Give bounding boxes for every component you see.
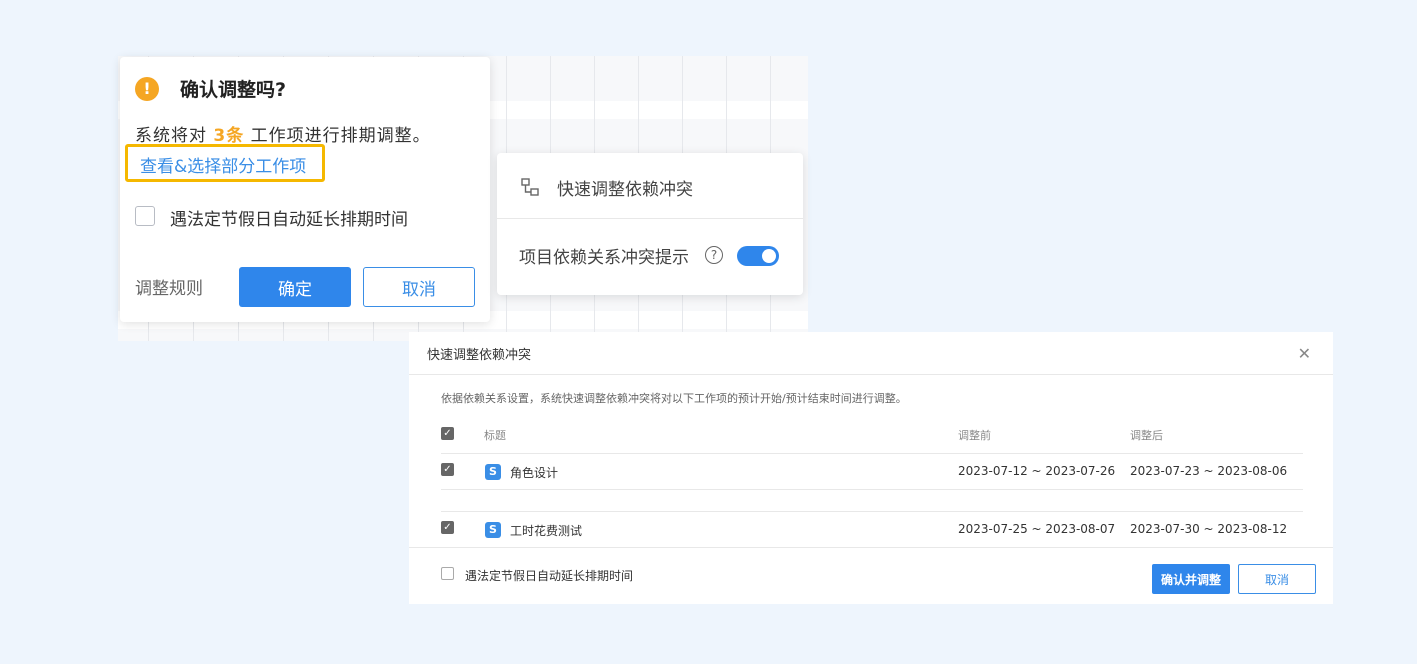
holiday-extend-checkbox[interactable] bbox=[135, 206, 155, 226]
story-type-badge: S bbox=[485, 464, 501, 480]
dialog-description: 依据依赖关系设置，系统快速调整依赖冲突将对以下工作项的预计开始/预计结束时间进行… bbox=[441, 392, 907, 405]
confirm-message: 系统将对 3条 工作项进行排期调整。 bbox=[135, 121, 431, 146]
column-header-title: 标题 bbox=[484, 429, 506, 442]
confirm-button[interactable]: 确定 bbox=[239, 267, 351, 307]
row-divider bbox=[441, 453, 1303, 454]
warning-icon: ! bbox=[135, 77, 159, 101]
confirm-adjust-popover: ! 确认调整吗? 系统将对 3条 工作项进行排期调整。 查看&选择部分工作项 遇… bbox=[120, 57, 490, 322]
row-title[interactable]: 角色设计 bbox=[510, 464, 558, 481]
row-title[interactable]: 工时花费测试 bbox=[510, 522, 582, 539]
quick-adjust-dialog: 快速调整依赖冲突 ✕ 依据依赖关系设置，系统快速调整依赖冲突将对以下工作项的预计… bbox=[409, 332, 1333, 604]
view-select-items-link[interactable]: 查看&选择部分工作项 bbox=[140, 152, 306, 177]
select-all-checkbox[interactable]: ✓ bbox=[441, 427, 454, 440]
dialog-header: 快速调整依赖冲突 ✕ bbox=[409, 332, 1333, 375]
popover-title: 确认调整吗? bbox=[180, 79, 287, 101]
dependency-menu-popover: 快速调整依赖冲突 项目依赖关系冲突提示 ? bbox=[497, 153, 803, 295]
toggle-knob bbox=[762, 249, 776, 263]
quick-adjust-label: 快速调整依赖冲突 bbox=[557, 180, 693, 200]
conflict-hint-toggle[interactable] bbox=[737, 246, 779, 266]
footer-holiday-checkbox[interactable] bbox=[441, 567, 454, 580]
confirm-and-adjust-button[interactable]: 确认并调整 bbox=[1152, 564, 1230, 594]
row-after-range: 2023-07-23 ~ 2023-08-06 bbox=[1130, 464, 1288, 478]
row-divider bbox=[441, 489, 1303, 490]
dialog-cancel-button[interactable]: 取消 bbox=[1238, 564, 1316, 594]
row-before-range: 2023-07-12 ~ 2023-07-26 bbox=[958, 464, 1116, 478]
conflict-hint-label: 项目依赖关系冲突提示 bbox=[519, 248, 689, 268]
story-type-badge: S bbox=[485, 522, 501, 538]
quick-adjust-menu-item[interactable]: 快速调整依赖冲突 bbox=[497, 153, 803, 219]
close-icon[interactable]: ✕ bbox=[1298, 344, 1311, 363]
help-icon[interactable]: ? bbox=[705, 246, 723, 264]
column-header-before: 调整前 bbox=[958, 429, 991, 442]
row-divider bbox=[441, 511, 1303, 512]
row-before-range: 2023-07-25 ~ 2023-08-07 bbox=[958, 522, 1116, 536]
highlight-box: 查看&选择部分工作项 bbox=[125, 144, 325, 182]
row-after-range: 2023-07-30 ~ 2023-08-12 bbox=[1130, 522, 1288, 536]
adjust-rules-link[interactable]: 调整规则 bbox=[135, 274, 203, 299]
cancel-button[interactable]: 取消 bbox=[363, 267, 475, 307]
message-prefix: 系统将对 bbox=[135, 126, 207, 146]
row-checkbox[interactable]: ✓ bbox=[441, 521, 454, 534]
message-suffix: 工作项进行排期调整。 bbox=[250, 126, 431, 146]
item-count: 3条 bbox=[213, 126, 245, 146]
footer-holiday-label: 遇法定节假日自动延长排期时间 bbox=[465, 569, 634, 583]
dialog-footer: 遇法定节假日自动延长排期时间 确认并调整 取消 bbox=[409, 547, 1333, 605]
row-checkbox[interactable]: ✓ bbox=[441, 463, 454, 476]
holiday-extend-label: 遇法定节假日自动延长排期时间 bbox=[170, 210, 408, 230]
dependency-icon bbox=[521, 178, 539, 196]
dialog-title: 快速调整依赖冲突 bbox=[427, 348, 532, 363]
column-header-after: 调整后 bbox=[1130, 429, 1163, 442]
